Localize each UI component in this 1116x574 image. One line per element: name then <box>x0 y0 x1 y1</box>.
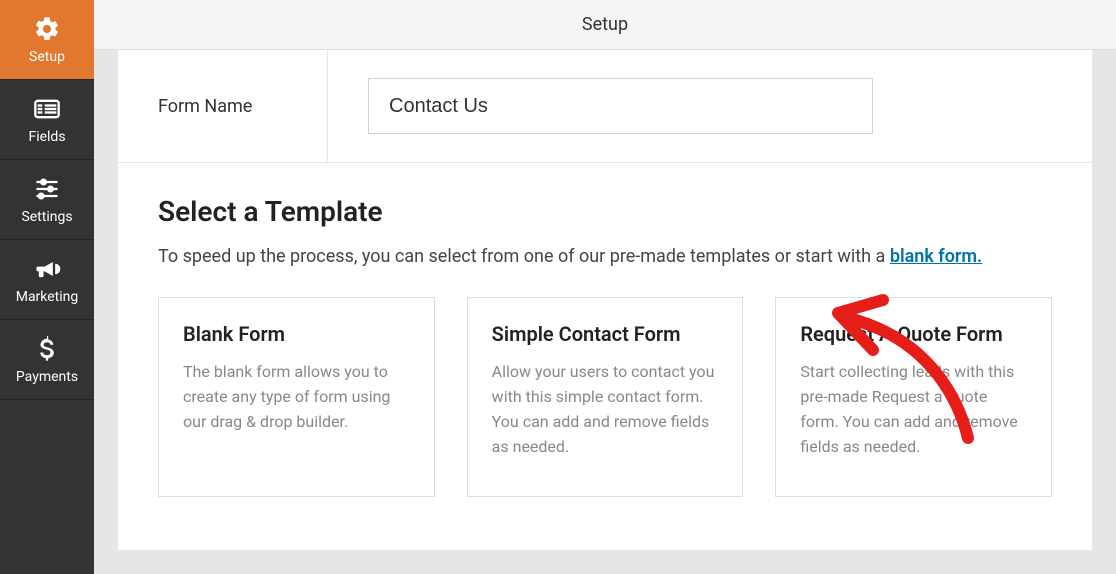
template-section: Select a Template To speed up the proces… <box>118 163 1092 529</box>
form-name-input[interactable] <box>368 78 873 134</box>
form-name-label: Form Name <box>158 96 252 117</box>
sidebar-item-label: Settings <box>21 209 72 225</box>
template-desc: Allow your users to contact you with thi… <box>492 360 719 459</box>
sliders-icon <box>33 175 61 203</box>
template-grid: Blank Form The blank form allows you to … <box>158 297 1052 497</box>
section-heading: Select a Template <box>158 195 1052 228</box>
bullhorn-icon <box>33 255 61 283</box>
sidebar-item-label: Marketing <box>16 289 79 305</box>
dollar-icon <box>33 335 61 363</box>
main-panel: Setup Form Name Select a Template <box>94 0 1116 574</box>
sidebar-item-payments[interactable]: Payments <box>0 320 94 400</box>
gear-icon <box>33 15 61 43</box>
section-lead: To speed up the process, you can select … <box>158 244 1052 269</box>
sidebar-item-label: Fields <box>28 129 65 145</box>
page-title: Setup <box>582 14 628 35</box>
sidebar-item-label: Payments <box>16 369 78 385</box>
blank-form-link[interactable]: blank form. <box>890 246 982 267</box>
sidebar-item-settings[interactable]: Settings <box>0 160 94 240</box>
template-desc: The blank form allows you to create any … <box>183 360 410 434</box>
template-title: Simple Contact Form <box>492 322 719 346</box>
template-card-blank[interactable]: Blank Form The blank form allows you to … <box>158 297 435 497</box>
template-title: Blank Form <box>183 322 410 346</box>
template-desc: Start collecting leads with this pre-mad… <box>800 360 1027 459</box>
sidebar-item-marketing[interactable]: Marketing <box>0 240 94 320</box>
list-icon <box>33 95 61 123</box>
sidebar: Setup Fields Settings Marketing Payments <box>0 0 94 574</box>
page-header: Setup <box>94 0 1116 50</box>
form-name-row: Form Name <box>118 50 1092 163</box>
template-card-simple-contact[interactable]: Simple Contact Form Allow your users to … <box>467 297 744 497</box>
template-card-request-quote[interactable]: Request A Quote Form Start collecting le… <box>775 297 1052 497</box>
sidebar-item-fields[interactable]: Fields <box>0 80 94 160</box>
sidebar-item-label: Setup <box>29 49 65 65</box>
sidebar-item-setup[interactable]: Setup <box>0 0 94 80</box>
template-title: Request A Quote Form <box>800 322 1027 346</box>
